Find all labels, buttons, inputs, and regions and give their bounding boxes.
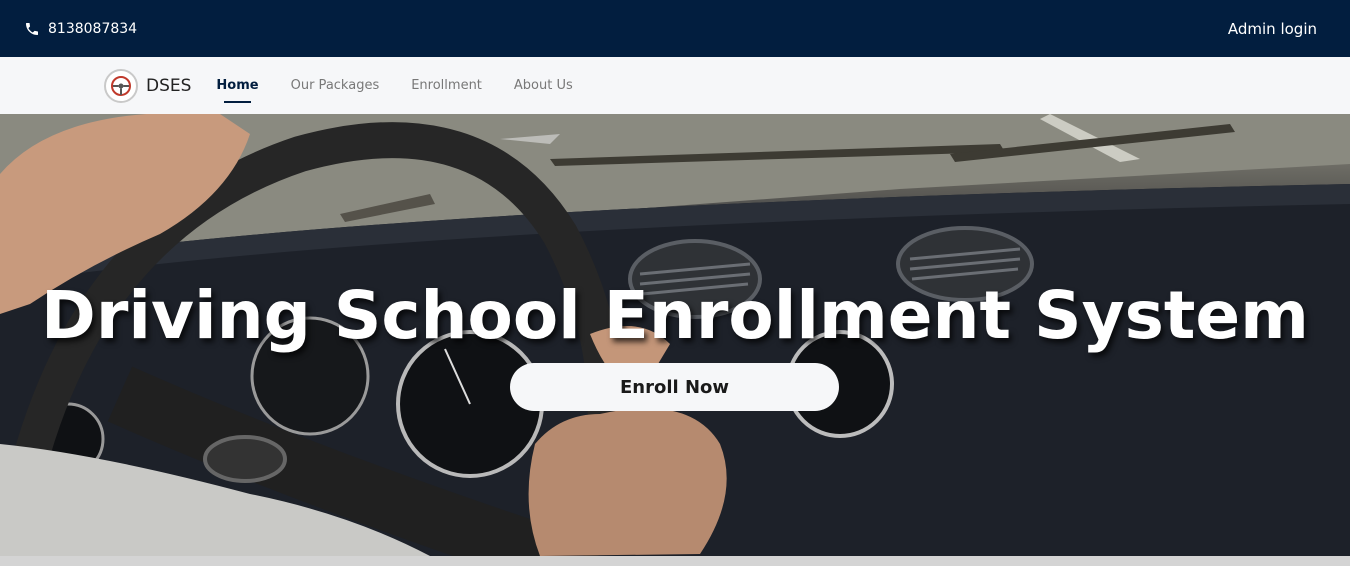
nav-link-home[interactable]: Home — [216, 74, 259, 103]
hero-banner: Driving School Enrollment System Enroll … — [0, 114, 1350, 556]
main-navbar: DSES Home Our Packages Enrollment About … — [0, 57, 1350, 114]
nav-links: Home Our Packages Enrollment About Us — [216, 74, 573, 103]
admin-login-link[interactable]: Admin login — [1228, 20, 1317, 38]
phone-number: 8138087834 — [48, 20, 138, 37]
phone-icon — [26, 22, 38, 35]
hero-title: Driving School Enrollment System — [41, 277, 1309, 354]
steering-wheel-logo-icon — [104, 68, 138, 103]
phone-contact: 8138087834 — [24, 21, 137, 37]
brand-name: DSES — [146, 75, 192, 96]
nav-link-about-us[interactable]: About Us — [514, 74, 573, 97]
page-bottom-divider — [0, 556, 1350, 566]
brand[interactable]: DSES — [104, 68, 192, 103]
nav-link-our-packages[interactable]: Our Packages — [291, 74, 380, 97]
nav-link-enrollment[interactable]: Enrollment — [411, 74, 482, 97]
top-bar: 8138087834 Admin login — [0, 0, 1350, 57]
enroll-now-button[interactable]: Enroll Now — [510, 363, 839, 411]
